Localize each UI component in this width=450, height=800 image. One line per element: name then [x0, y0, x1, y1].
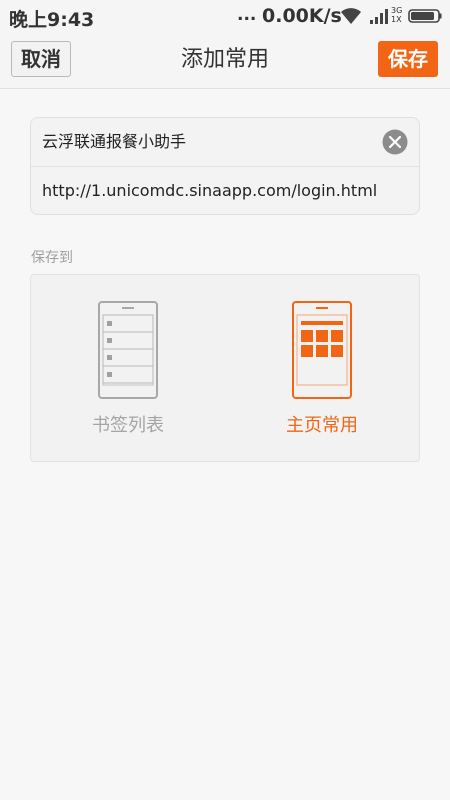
save-button[interactable]: 保存 — [378, 41, 438, 77]
save-to-label: 保存到 — [31, 250, 73, 266]
network-type-bottom: 1X — [391, 15, 402, 24]
battery-icon — [408, 9, 442, 23]
status-dots: ... — [237, 5, 257, 25]
title-bar: 取消 添加常用 保存 — [0, 32, 450, 89]
bookmark-list-icon — [98, 301, 158, 399]
status-time: 晚上9:43 — [9, 9, 95, 31]
option-bookmark-list[interactable]: 书签列表 — [31, 275, 225, 461]
save-target-card: 书签列表 主页常用 — [30, 274, 420, 462]
title-input[interactable]: 云浮联通报餐小助手 — [42, 118, 372, 166]
clear-icon[interactable] — [382, 129, 408, 155]
bookmark-input-card: 云浮联通报餐小助手 http://1.unicomdc.sinaapp.com/… — [30, 117, 420, 215]
status-bar: 晚上9:43 ... 0.00K/s 3G 1X — [0, 0, 450, 32]
network-speed: 0.00K/s — [262, 5, 342, 27]
page-title: 添加常用 — [180, 47, 269, 72]
homepage-grid-icon — [292, 301, 352, 399]
option-homepage[interactable]: 主页常用 — [225, 275, 419, 461]
title-row: 云浮联通报餐小助手 — [31, 118, 419, 167]
signal-icon — [370, 9, 388, 24]
network-type-top: 3G — [391, 6, 403, 15]
url-input[interactable]: http://1.unicomdc.sinaapp.com/login.html — [42, 167, 412, 214]
option-bookmark-list-label: 书签列表 — [92, 415, 164, 436]
option-homepage-label: 主页常用 — [286, 415, 358, 436]
network-type: 3G 1X — [391, 6, 405, 24]
add-favorite-screen: 晚上9:43 ... 0.00K/s 3G 1X 取消 添加常用 保存 云浮联通… — [0, 0, 450, 800]
cancel-button[interactable]: 取消 — [11, 41, 71, 77]
wifi-icon — [341, 8, 361, 24]
